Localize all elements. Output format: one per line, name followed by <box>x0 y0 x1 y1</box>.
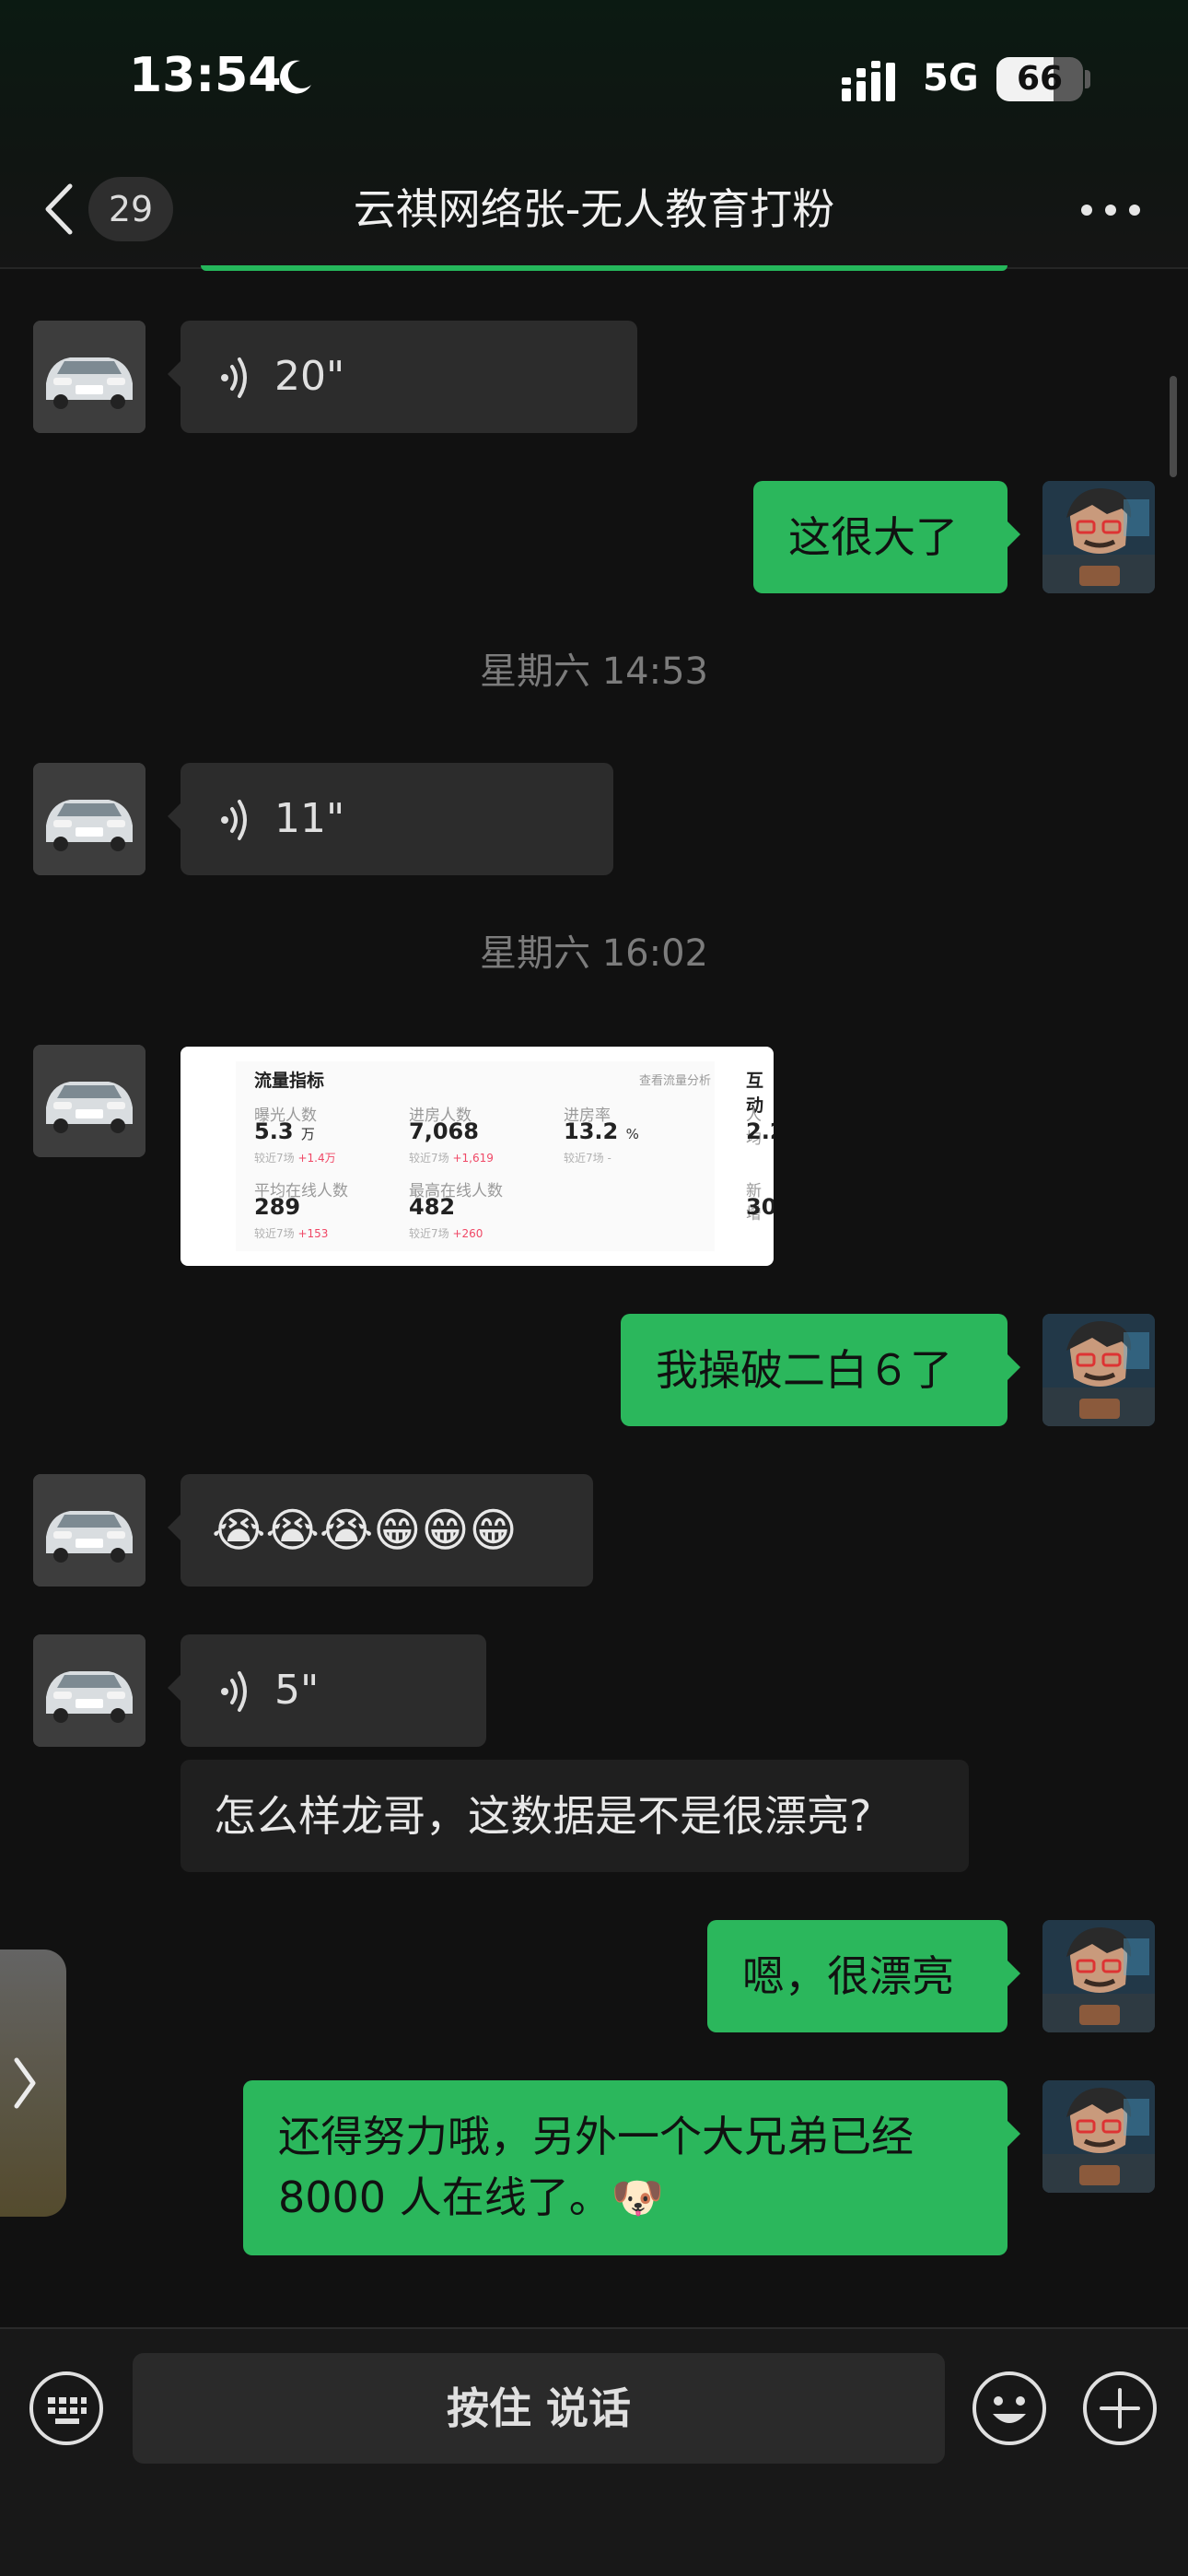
more-dots-icon[interactable] <box>1077 201 1144 219</box>
metric-value: 7,068 <box>409 1118 479 1144</box>
voice-wave-icon <box>221 1671 247 1712</box>
voice-duration: 20" <box>274 353 345 400</box>
car-avatar-image <box>33 1045 146 1157</box>
voice-duration: 11" <box>274 795 345 842</box>
keyboard-icon[interactable] <box>28 2370 105 2447</box>
bubble-tail <box>1007 1354 1020 1380</box>
image-section-link: 查看流量分析 <box>639 1074 712 1088</box>
status-time: 13:54 <box>129 48 282 103</box>
metric-value: 30 <box>746 1194 774 1220</box>
metric-value: 289 <box>254 1194 301 1220</box>
bubble-tail <box>1007 521 1020 547</box>
top-bar: 13:54 5G 66 29 云祺网络张-无人教育打粉 <box>0 0 1188 271</box>
message-text: 这很大了 <box>788 512 958 562</box>
contact-avatar[interactable] <box>33 1474 146 1587</box>
text-message-outgoing[interactable]: 这很大了 <box>753 481 1020 593</box>
status-bar: 13:54 5G 66 <box>0 0 1188 157</box>
metric-value: 13.2 % <box>564 1118 639 1144</box>
input-bar: 按住 说话 <box>0 2327 1188 2576</box>
bubble-tail <box>1007 2121 1020 2147</box>
battery-level: 66 <box>1016 60 1064 98</box>
car-avatar-image <box>33 763 146 875</box>
my-avatar-image <box>1042 1314 1155 1426</box>
contact-avatar[interactable] <box>33 321 146 433</box>
timestamp: 星期六 16:02 <box>480 932 708 975</box>
voice-message[interactable]: 20" <box>168 321 637 433</box>
message-text-line: 还得努力哦，另外一个大兄弟已经 <box>278 2112 914 2161</box>
bubble-tail <box>168 1675 181 1701</box>
metric-value: 482 <box>409 1194 456 1220</box>
metric-trend: 较近7场 - <box>564 1152 611 1165</box>
message-text: 我操破二白６了 <box>656 1345 952 1395</box>
signal-icon <box>842 61 895 101</box>
metric-trend: 较近7场 +153 <box>254 1227 329 1240</box>
message-text: 怎么样龙哥，这数据是不是很漂亮? <box>214 1791 872 1841</box>
network-type: 5G <box>923 57 979 100</box>
text-message-outgoing[interactable]: 还得努力哦，另外一个大兄弟已经 8000 人在线了。🐶 <box>243 2080 1020 2255</box>
emoji-message[interactable]: 😭😭😭😁😁😁 <box>168 1474 593 1587</box>
text-message-outgoing[interactable]: 嗯，很漂亮 <box>707 1920 1020 2032</box>
image-section-title: 流量指标 <box>254 1071 325 1091</box>
bubble-tail <box>168 803 181 829</box>
my-avatar[interactable] <box>1042 1314 1155 1426</box>
message-text-line: 8000 人在线了。🐶 <box>278 2172 664 2222</box>
my-avatar-image <box>1042 2080 1155 2193</box>
voice-wave-icon <box>221 800 247 840</box>
image-message[interactable]: 流量指标 查看流量分析 互动 曝光人数 5.3 万 较近7场 +1.4万 进房人… <box>181 1047 774 1266</box>
voice-message[interactable]: 11" <box>168 763 613 875</box>
my-avatar[interactable] <box>1042 2080 1155 2193</box>
my-avatar-image <box>1042 1920 1155 2032</box>
unread-count-badge[interactable]: 29 <box>88 177 173 241</box>
bubble-tail <box>168 1515 181 1540</box>
chevron-right-icon <box>14 2057 36 2109</box>
voice-message[interactable]: 5" <box>168 1634 486 1747</box>
chat-area: 20" 这很大了 星期六 14:53 11" 星期六 16:02 流量指标 查看… <box>0 271 1188 2327</box>
metric-trend: 较近7场 +260 <box>409 1227 483 1240</box>
car-avatar-image <box>33 1474 146 1587</box>
battery-indicator: 66 <box>996 57 1083 101</box>
plus-icon[interactable] <box>1081 2370 1159 2447</box>
car-avatar-image <box>33 321 146 433</box>
hold-to-talk-button[interactable]: 按住 说话 <box>133 2353 945 2464</box>
emoji-icon[interactable] <box>971 2370 1048 2447</box>
moon-icon <box>280 60 311 94</box>
bubble-tail <box>1007 1961 1020 1986</box>
bubble-tail <box>168 361 181 387</box>
my-avatar[interactable] <box>1042 1920 1155 2032</box>
text-message-incoming[interactable]: 怎么样龙哥，这数据是不是很漂亮? <box>181 1760 969 1872</box>
contact-avatar[interactable] <box>33 1045 146 1157</box>
metric-value: 5.3 万 <box>254 1118 315 1144</box>
voice-wave-icon <box>221 357 247 398</box>
my-avatar-image <box>1042 481 1155 593</box>
contact-avatar[interactable] <box>33 1634 146 1747</box>
text-message-outgoing[interactable]: 我操破二白６了 <box>621 1314 1020 1426</box>
chevron-left-icon[interactable] <box>37 179 83 240</box>
message-text: 嗯，很漂亮 <box>742 1951 954 2001</box>
battery-tip <box>1085 70 1090 88</box>
scrollbar[interactable] <box>1170 376 1177 477</box>
timestamp: 星期六 14:53 <box>480 650 708 693</box>
metric-value: 2.2 <box>746 1118 774 1144</box>
metric-trend: 较近7场 +1,619 <box>409 1152 494 1165</box>
my-avatar[interactable] <box>1042 481 1155 593</box>
message-text: 😭😭😭😁😁😁 <box>212 1504 518 1557</box>
voice-duration: 5" <box>274 1667 320 1714</box>
car-avatar-image <box>33 1634 146 1747</box>
contact-avatar[interactable] <box>33 763 146 875</box>
floating-side-button[interactable] <box>0 1950 66 2217</box>
chat-title: 云祺网络张-无人教育打粉 <box>353 184 835 234</box>
metric-trend: 较近7场 +1.4万 <box>254 1152 336 1165</box>
